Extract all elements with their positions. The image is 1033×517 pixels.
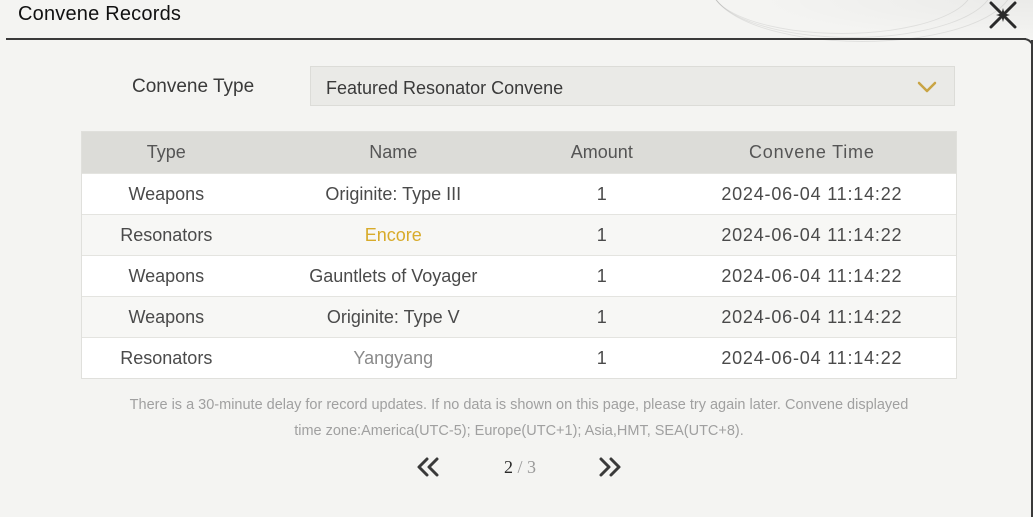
- convene-type-value: Featured Resonator Convene: [326, 78, 564, 98]
- page-separator: /: [517, 457, 523, 477]
- cell-amount: 1: [596, 347, 607, 368]
- cell-name: Gauntlets of Voyager: [309, 265, 478, 286]
- current-page: 2: [503, 457, 513, 477]
- cell-type: Weapons: [128, 306, 205, 327]
- close-button[interactable]: [987, 0, 1019, 30]
- cell-convene-time: 2024-06-04 11:14:22: [721, 306, 903, 327]
- column-header-type: Type: [146, 142, 186, 162]
- cell-convene-time: 2024-06-04 11:14:22: [721, 183, 903, 204]
- cell-amount: 1: [596, 265, 607, 286]
- cell-name: Yangyang: [353, 347, 434, 368]
- cell-type: Weapons: [128, 183, 205, 204]
- cell-amount: 1: [596, 183, 607, 204]
- cell-convene-time: 2024-06-04 11:14:22: [721, 265, 903, 286]
- cell-type: Weapons: [128, 265, 205, 286]
- update-delay-notice: There is a 30-minute delay for record up…: [81, 392, 957, 444]
- table-row: Resonators Encore 1 2024-06-04 11:14:22: [82, 214, 956, 255]
- table-row: Weapons Gauntlets of Voyager 1 2024-06-0…: [82, 255, 956, 296]
- cell-name: Originite: Type III: [325, 183, 462, 204]
- cell-type: Resonators: [120, 224, 213, 245]
- page-title: Convene Records: [18, 3, 182, 25]
- cell-name: Encore: [364, 224, 422, 245]
- header-divider: [6, 38, 1033, 52]
- cell-type: Resonators: [120, 347, 213, 368]
- convene-type-label: Convene Type: [132, 76, 255, 97]
- double-chevron-right-icon: [599, 457, 621, 477]
- table-row: Weapons Originite: Type III 1 2024-06-04…: [82, 173, 956, 214]
- cell-convene-time: 2024-06-04 11:14:22: [721, 224, 903, 245]
- next-page-button[interactable]: [597, 456, 623, 478]
- column-header-name: Name: [369, 142, 418, 162]
- convene-records-panel: Convene Records Convene Type Featured Re…: [0, 0, 1033, 517]
- table-row: Resonators Yangyang 1 2024-06-04 11:14:2…: [82, 337, 956, 378]
- header: Convene Records: [0, 0, 1033, 52]
- table-header: Type Name Amount Convene Time: [82, 132, 956, 173]
- notice-line: time zone:America(UTC-5); Europe(UTC+1);…: [294, 423, 744, 439]
- page-indicator: 2 / 3: [490, 457, 550, 478]
- total-pages: 3: [527, 457, 536, 477]
- column-header-convene-time: Convene Time: [748, 142, 875, 162]
- double-chevron-left-icon: [417, 457, 439, 477]
- notice-line: There is a 30-minute delay for record up…: [129, 397, 909, 413]
- cell-convene-time: 2024-06-04 11:14:22: [721, 347, 903, 368]
- cell-amount: 1: [596, 306, 607, 327]
- table-row: Weapons Originite: Type V 1 2024-06-04 1…: [82, 296, 956, 337]
- pagination: 2 / 3: [0, 452, 1033, 482]
- convene-type-select[interactable]: Featured Resonator Convene: [310, 66, 955, 106]
- records-table: Type Name Amount Convene Time Weapons Or…: [81, 131, 957, 379]
- close-star-icon: [989, 1, 1017, 29]
- column-header-amount: Amount: [570, 142, 633, 162]
- chevron-down-icon: [917, 81, 937, 93]
- previous-page-button[interactable]: [415, 456, 441, 478]
- cell-name: Originite: Type V: [326, 306, 460, 327]
- cell-amount: 1: [596, 224, 607, 245]
